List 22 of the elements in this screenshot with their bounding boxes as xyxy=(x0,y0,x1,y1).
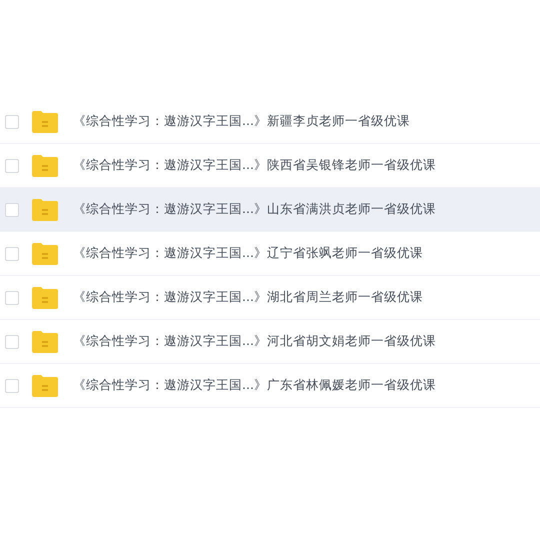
folder-icon xyxy=(31,198,59,222)
folder-icon xyxy=(31,374,59,398)
folder-icon xyxy=(31,242,59,266)
file-name: 《综合性学习：遨游汉字王国...》辽宁省张飒老师一省级优课 xyxy=(73,245,423,262)
folder-icon xyxy=(31,154,59,178)
folder-icon xyxy=(31,286,59,310)
file-name: 《综合性学习：遨游汉字王国...》新疆李贞老师一省级优课 xyxy=(73,113,410,130)
checkbox[interactable] xyxy=(5,114,19,128)
file-name: 《综合性学习：遨游汉字王国...》湖北省周兰老师一省级优课 xyxy=(73,289,423,306)
file-name: 《综合性学习：遨游汉字王国...》河北省胡文娟老师一省级优课 xyxy=(73,333,436,350)
checkbox[interactable] xyxy=(5,378,19,392)
checkbox[interactable] xyxy=(5,246,19,260)
file-name: 《综合性学习：遨游汉字王国...》陕西省吴银锋老师一省级优课 xyxy=(73,157,436,174)
file-name: 《综合性学习：遨游汉字王国...》广东省林佩媛老师一省级优课 xyxy=(73,377,436,394)
file-row[interactable]: 《综合性学习：遨游汉字王国...》山东省满洪贞老师一省级优课 xyxy=(0,188,540,232)
folder-icon xyxy=(31,330,59,354)
checkbox[interactable] xyxy=(5,290,19,304)
checkbox[interactable] xyxy=(5,202,19,216)
checkbox[interactable] xyxy=(5,334,19,348)
file-name: 《综合性学习：遨游汉字王国...》山东省满洪贞老师一省级优课 xyxy=(73,201,436,218)
folder-icon xyxy=(31,110,59,134)
checkbox[interactable] xyxy=(5,158,19,172)
